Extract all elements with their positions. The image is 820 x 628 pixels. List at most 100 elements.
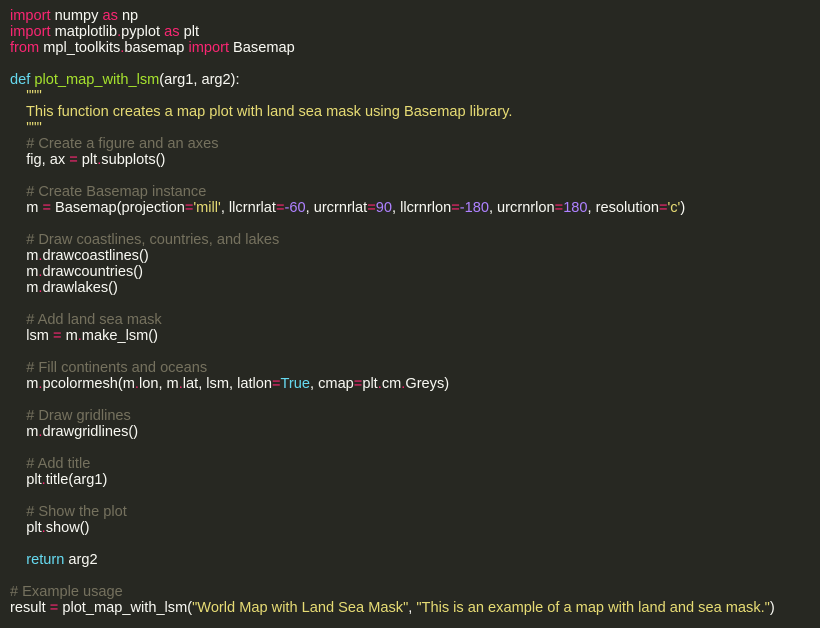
string-token: 'mill' xyxy=(193,200,221,216)
code-text-token: basemap xyxy=(124,40,189,56)
comment-token: # Create Basemap instance xyxy=(10,184,207,200)
string-token: "World Map with Land Sea Mask" xyxy=(192,600,409,616)
code-text-token: drawlakes() xyxy=(42,280,118,296)
code-line: """ xyxy=(10,88,820,104)
code-text-token: np xyxy=(117,8,139,24)
number-token: -60 xyxy=(284,200,306,216)
number-token: 90 xyxy=(375,200,392,216)
operator-token: = xyxy=(451,200,460,216)
code-text-token: , urcrnrlat xyxy=(305,200,368,216)
code-line: # Add title xyxy=(10,456,820,472)
code-text-token: m xyxy=(10,200,43,216)
code-text-token: (arg1, arg2): xyxy=(159,72,240,88)
constant-token: True xyxy=(280,376,310,392)
code-text-token: , cmap xyxy=(310,376,354,392)
operator-token: = xyxy=(275,200,285,216)
code-line: import numpy as np xyxy=(10,8,820,24)
code-text-token: m xyxy=(10,264,39,280)
code-line: plt.title(arg1) xyxy=(10,472,820,488)
code-text-token: numpy xyxy=(50,8,103,24)
code-line: m.drawcountries() xyxy=(10,264,820,280)
operator-token: = xyxy=(367,200,376,216)
keyword-token: import xyxy=(188,40,229,56)
string-token: 'c' xyxy=(667,200,681,216)
code-line: plt.show() xyxy=(10,520,820,536)
code-text-token: plot_map_with_lsm( xyxy=(58,600,193,616)
code-text-token: mpl_toolkits xyxy=(39,40,121,56)
code-text-token: plt xyxy=(10,520,42,536)
code-text-token: make_lsm() xyxy=(81,328,159,344)
keyword-token: import xyxy=(10,24,51,40)
code-text-token: title(arg1) xyxy=(45,472,108,488)
keyword-token: return xyxy=(26,552,65,568)
code-text-token: , resolution xyxy=(587,200,659,216)
comment-token: # Draw gridlines xyxy=(10,408,131,424)
comment-token: # Show the plot xyxy=(10,504,127,520)
code-line: lsm = m.make_lsm() xyxy=(10,328,820,344)
code-line: m = Basemap(projection='mill', llcrnrlat… xyxy=(10,200,820,216)
code-line: from mpl_toolkits.basemap import Basemap xyxy=(10,40,820,56)
code-line: fig, ax = plt.subplots() xyxy=(10,152,820,168)
code-line: m.pcolormesh(m.lon, m.lat, lsm, latlon=T… xyxy=(10,376,820,392)
comment-token: # Add title xyxy=(10,456,91,472)
code-text-token: show() xyxy=(45,520,90,536)
code-text-token: plt xyxy=(10,472,42,488)
code-line: # Example usage xyxy=(10,584,820,600)
code-text-token: m xyxy=(10,280,39,296)
comment-token: # Draw coastlines, countries, and lakes xyxy=(10,232,280,248)
code-line: # Fill continents and oceans xyxy=(10,360,820,376)
code-line: # Add land sea mask xyxy=(10,312,820,328)
code-line: This function creates a map plot with la… xyxy=(10,104,820,120)
code-text-token: matplotlib xyxy=(50,24,118,40)
comment-token: # Fill continents and oceans xyxy=(10,360,208,376)
code-text-token: arg2 xyxy=(64,552,98,568)
code-text-token: cm xyxy=(381,376,402,392)
string-token: This function creates a map plot with la… xyxy=(10,104,513,120)
code-text-token: result xyxy=(10,600,50,616)
code-line: result = plot_map_with_lsm("World Map wi… xyxy=(10,600,820,616)
comment-token: # Add land sea mask xyxy=(10,312,162,328)
code-line: def plot_map_with_lsm(arg1, arg2): xyxy=(10,72,820,88)
code-text-token: m xyxy=(10,424,39,440)
comment-token: # Create a figure and an axes xyxy=(10,136,219,152)
function-name-token: plot_map_with_lsm xyxy=(34,72,160,88)
code-text-token: lat, lsm, latlon xyxy=(182,376,272,392)
code-line: # Draw coastlines, countries, and lakes xyxy=(10,232,820,248)
code-text-token: pyplot xyxy=(121,24,165,40)
code-text-token: lon, m xyxy=(138,376,179,392)
code-text-token: subplots() xyxy=(101,152,166,168)
keyword-token: from xyxy=(10,40,40,56)
code-line: m.drawcoastlines() xyxy=(10,248,820,264)
code-text-token: lsm xyxy=(10,328,53,344)
string-token: "This is an example of a map with land a… xyxy=(416,600,770,616)
operator-token: = xyxy=(49,600,59,616)
keyword-token: import xyxy=(10,8,51,24)
keyword-token: def xyxy=(10,72,31,88)
operator-token: = xyxy=(52,328,62,344)
code-line: m.drawlakes() xyxy=(10,280,820,296)
code-text-token: Greys) xyxy=(405,376,450,392)
code-text-token: pcolormesh(m xyxy=(42,376,135,392)
code-text-token: drawgridlines() xyxy=(42,424,139,440)
code-text-token: ) xyxy=(769,600,775,616)
code-editor[interactable]: import numpy as np import matplotlib.pypl… xyxy=(0,0,820,628)
comment-token: # Example usage xyxy=(10,584,123,600)
code-text-token: , llcrnrlat xyxy=(220,200,276,216)
operator-token: = xyxy=(42,200,51,216)
string-token: """ xyxy=(10,88,42,104)
code-text-token: m xyxy=(61,328,78,344)
code-text-token: ) xyxy=(680,200,686,216)
code-text-token: fig, ax xyxy=(10,152,70,168)
keyword-token: as xyxy=(102,8,118,24)
code-text-token: , llcrnrlon xyxy=(392,200,452,216)
